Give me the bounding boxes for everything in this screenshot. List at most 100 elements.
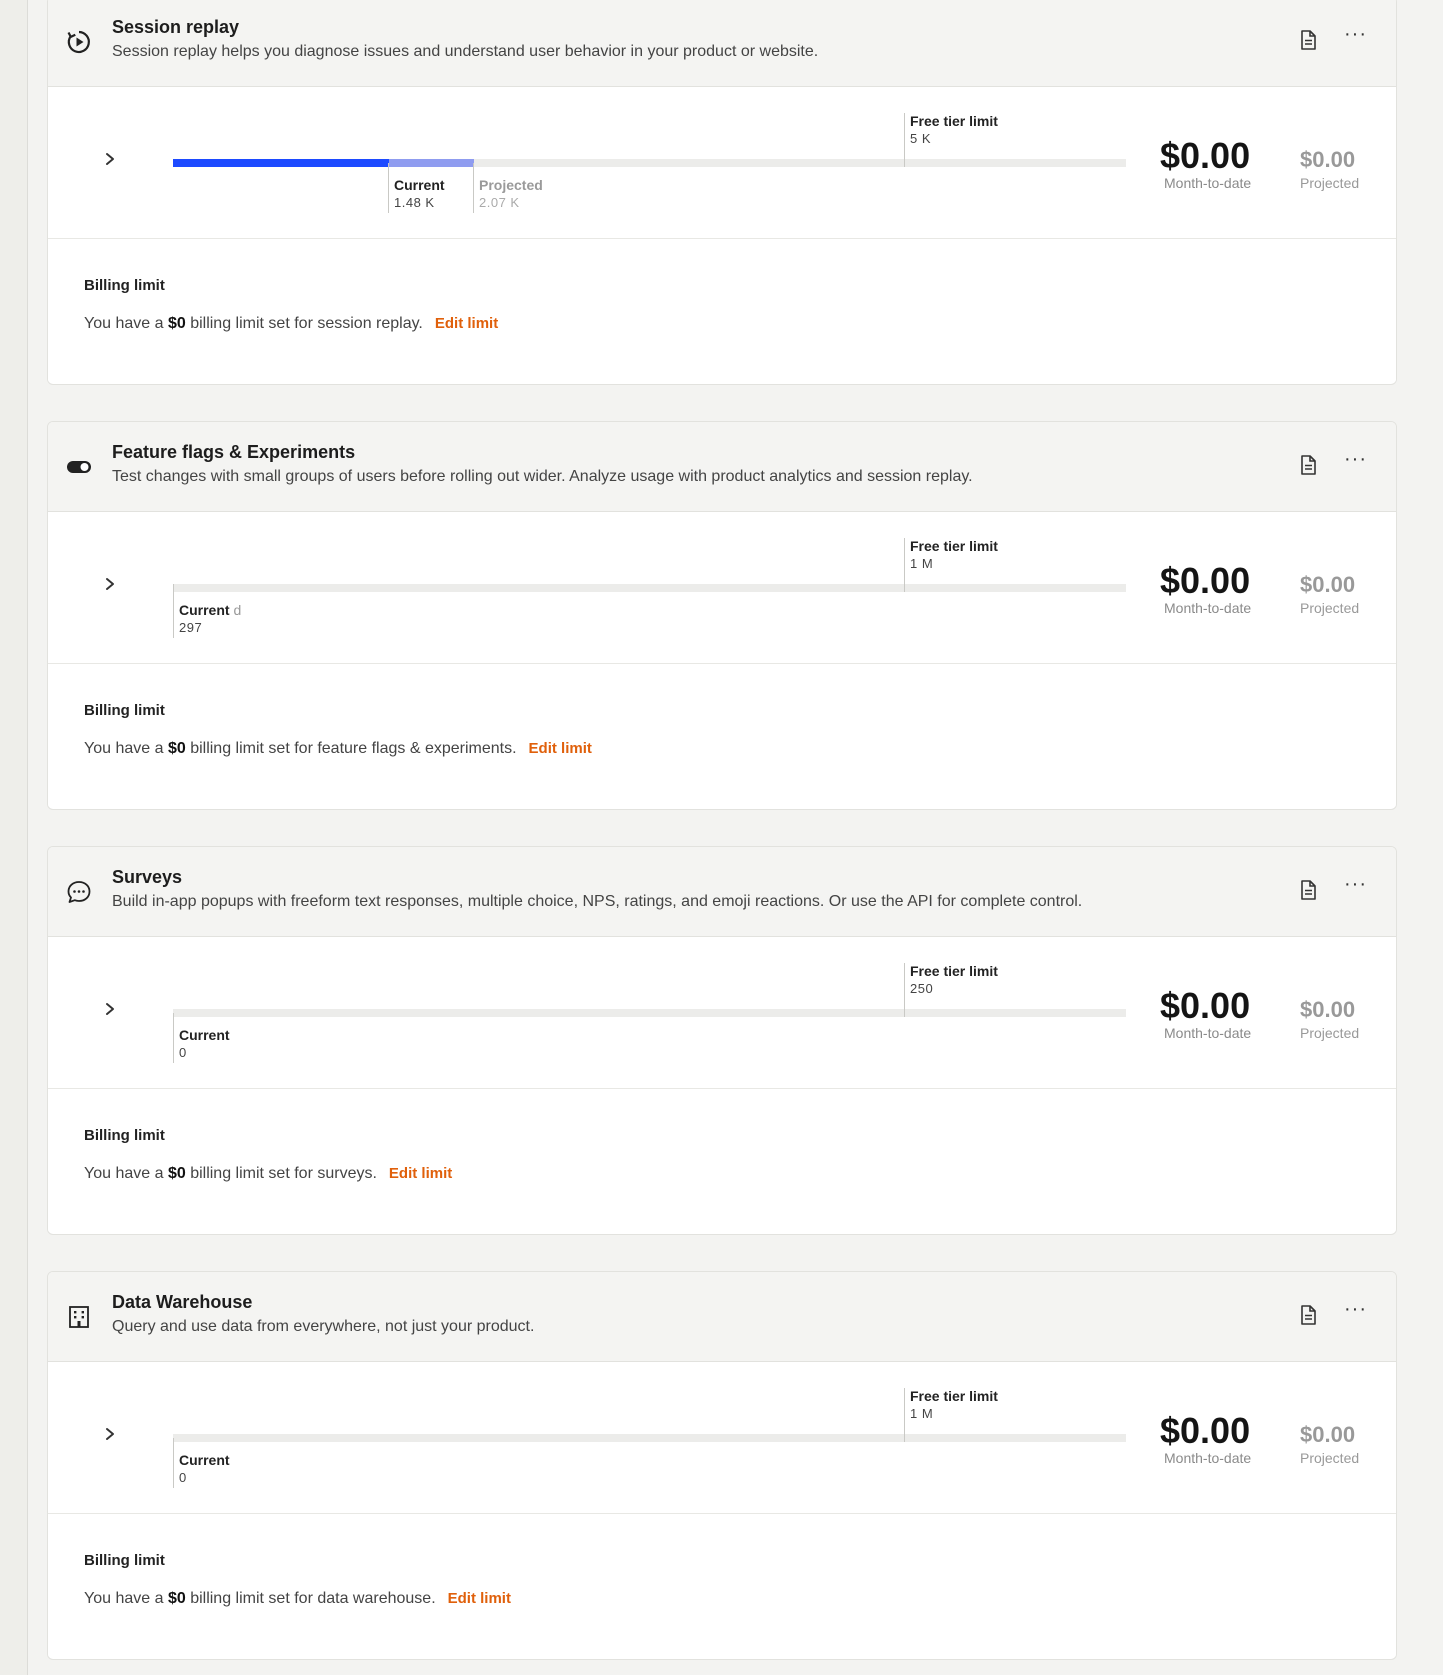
product-header: Surveys Build in-app popups with freefor… xyxy=(48,847,1396,937)
free-tier-label: Free tier limit xyxy=(910,963,998,979)
projected-usage-fill xyxy=(389,159,474,167)
free-tier-value: 5 K xyxy=(910,131,932,146)
edit-limit-link[interactable]: Edit limit xyxy=(448,1590,511,1607)
product-surveys: Surveys Build in-app popups with freefor… xyxy=(47,846,1397,1235)
current-marker xyxy=(173,584,174,638)
month-to-date-label: Month-to-date xyxy=(1164,600,1252,616)
free-tier-marker xyxy=(904,538,905,592)
current-value: 0 xyxy=(179,1045,187,1060)
toggle-icon xyxy=(66,454,92,480)
current-label: Current xyxy=(179,1027,230,1043)
usage-section: Free tier limit 250 Current 0 $0.00 Mont… xyxy=(48,937,1396,1089)
usage-section: Free tier limit 5 K Current 1.48 K Proje… xyxy=(48,87,1396,239)
docs-icon[interactable] xyxy=(1298,879,1318,901)
billing-limit-text: You have a $0 billing limit set for feat… xyxy=(84,740,592,757)
projected-amount: $0.00 xyxy=(1300,572,1356,597)
billing-limit-title: Billing limit xyxy=(84,702,165,719)
month-to-date-label: Month-to-date xyxy=(1164,175,1252,191)
product-title: Session replay xyxy=(112,17,240,37)
more-options-icon[interactable]: ··· xyxy=(1344,874,1372,899)
replay-icon xyxy=(66,29,92,55)
free-tier-marker xyxy=(904,113,905,167)
free-tier-value: 1 M xyxy=(910,556,934,571)
chevron-right-icon[interactable] xyxy=(102,999,118,1019)
projected-amount-label: Projected xyxy=(1300,175,1360,191)
chat-bubble-icon xyxy=(66,879,92,905)
month-to-date-label: Month-to-date xyxy=(1164,1450,1252,1466)
edit-limit-link[interactable]: Edit limit xyxy=(529,740,592,757)
projected-amount: $0.00 xyxy=(1300,147,1356,172)
product-data-warehouse: Data Warehouse Query and use data from e… xyxy=(47,1271,1397,1660)
billing-limit-title: Billing limit xyxy=(84,1552,165,1569)
billing-limit-section: Billing limit You have a $0 billing limi… xyxy=(48,1514,1396,1657)
month-to-date-amount: $0.00 xyxy=(1160,1410,1251,1451)
billing-limit-title: Billing limit xyxy=(84,1127,165,1144)
product-title: Data Warehouse xyxy=(112,1292,253,1312)
projected-marker xyxy=(473,163,474,213)
docs-icon[interactable] xyxy=(1298,29,1318,51)
free-tier-value: 1 M xyxy=(910,1406,934,1421)
current-usage-fill xyxy=(173,159,389,167)
free-tier-label: Free tier limit xyxy=(910,538,998,554)
current-marker xyxy=(173,1438,174,1488)
product-header: Feature flags & Experiments Test changes… xyxy=(48,422,1396,512)
product-session-replay: Session replay Session replay helps you … xyxy=(47,0,1397,385)
current-value: 1.48 K xyxy=(394,195,435,210)
billing-limit-title: Billing limit xyxy=(84,277,165,294)
billing-limit-section: Billing limit You have a $0 billing limi… xyxy=(48,664,1396,807)
billing-limit-amount: $0 xyxy=(167,740,186,757)
free-tier-marker xyxy=(904,1388,905,1442)
usage-section: Free tier limit 1 M Current d 297 $0.00 … xyxy=(48,512,1396,664)
billing-limit-section: Billing limit You have a $0 billing limi… xyxy=(48,1089,1396,1232)
month-to-date-amount: $0.00 xyxy=(1160,985,1251,1026)
product-title: Surveys xyxy=(112,867,183,887)
current-value: 297 xyxy=(179,620,203,635)
projected-amount-label: Projected xyxy=(1300,600,1360,616)
chevron-right-icon[interactable] xyxy=(102,1424,118,1444)
product-description: Session replay helps you diagnose issues… xyxy=(112,43,819,60)
current-value: 0 xyxy=(179,1470,187,1485)
free-tier-value: 250 xyxy=(910,981,934,996)
month-to-date-label: Month-to-date xyxy=(1164,1025,1252,1041)
billing-limit-text: You have a $0 billing limit set for sess… xyxy=(84,315,499,332)
current-marker xyxy=(388,163,389,213)
product-title: Feature flags & Experiments xyxy=(112,442,356,462)
current-label: Current xyxy=(394,177,445,193)
more-options-icon[interactable]: ··· xyxy=(1344,449,1372,474)
chevron-right-icon[interactable] xyxy=(102,149,118,169)
edit-limit-link[interactable]: Edit limit xyxy=(389,1165,452,1182)
free-tier-marker xyxy=(904,963,905,1017)
free-tier-label: Free tier limit xyxy=(910,113,998,129)
month-to-date-amount: $0.00 xyxy=(1160,560,1251,601)
current-label: Current xyxy=(179,1452,230,1468)
product-header: Data Warehouse Query and use data from e… xyxy=(48,1272,1396,1362)
projected-value: 2.07 K xyxy=(479,195,520,210)
building-icon xyxy=(66,1304,92,1330)
projected-label: Projected xyxy=(479,177,543,193)
billing-limit-amount: $0 xyxy=(167,1590,186,1607)
billing-limit-text: You have a $0 billing limit set for data… xyxy=(84,1590,511,1607)
current-label: Current d xyxy=(179,602,242,618)
projected-amount: $0.00 xyxy=(1300,997,1356,1022)
projected-amount: $0.00 xyxy=(1300,1422,1356,1447)
billing-limit-amount: $0 xyxy=(167,315,186,332)
product-description: Build in-app popups with freeform text r… xyxy=(112,893,1083,910)
product-description: Test changes with small groups of users … xyxy=(112,468,973,485)
docs-icon[interactable] xyxy=(1298,1304,1318,1326)
product-feature-flags: Feature flags & Experiments Test changes… xyxy=(47,421,1397,810)
left-rail xyxy=(0,0,28,1675)
usage-progress-bar xyxy=(173,1009,1126,1017)
billing-limit-text: You have a $0 billing limit set for surv… xyxy=(84,1165,453,1182)
usage-progress-bar xyxy=(173,584,1126,592)
billing-limit-amount: $0 xyxy=(167,1165,186,1182)
more-options-icon[interactable]: ··· xyxy=(1344,1299,1372,1324)
more-options-icon[interactable]: ··· xyxy=(1344,24,1372,49)
usage-progress-bar xyxy=(173,159,1126,167)
month-to-date-amount: $0.00 xyxy=(1160,135,1251,176)
edit-limit-link[interactable]: Edit limit xyxy=(435,315,498,332)
usage-progress-bar xyxy=(173,1434,1126,1442)
current-marker xyxy=(173,1013,174,1063)
usage-section: Free tier limit 1 M Current 0 $0.00 Mont… xyxy=(48,1362,1396,1514)
chevron-right-icon[interactable] xyxy=(102,574,118,594)
docs-icon[interactable] xyxy=(1298,454,1318,476)
